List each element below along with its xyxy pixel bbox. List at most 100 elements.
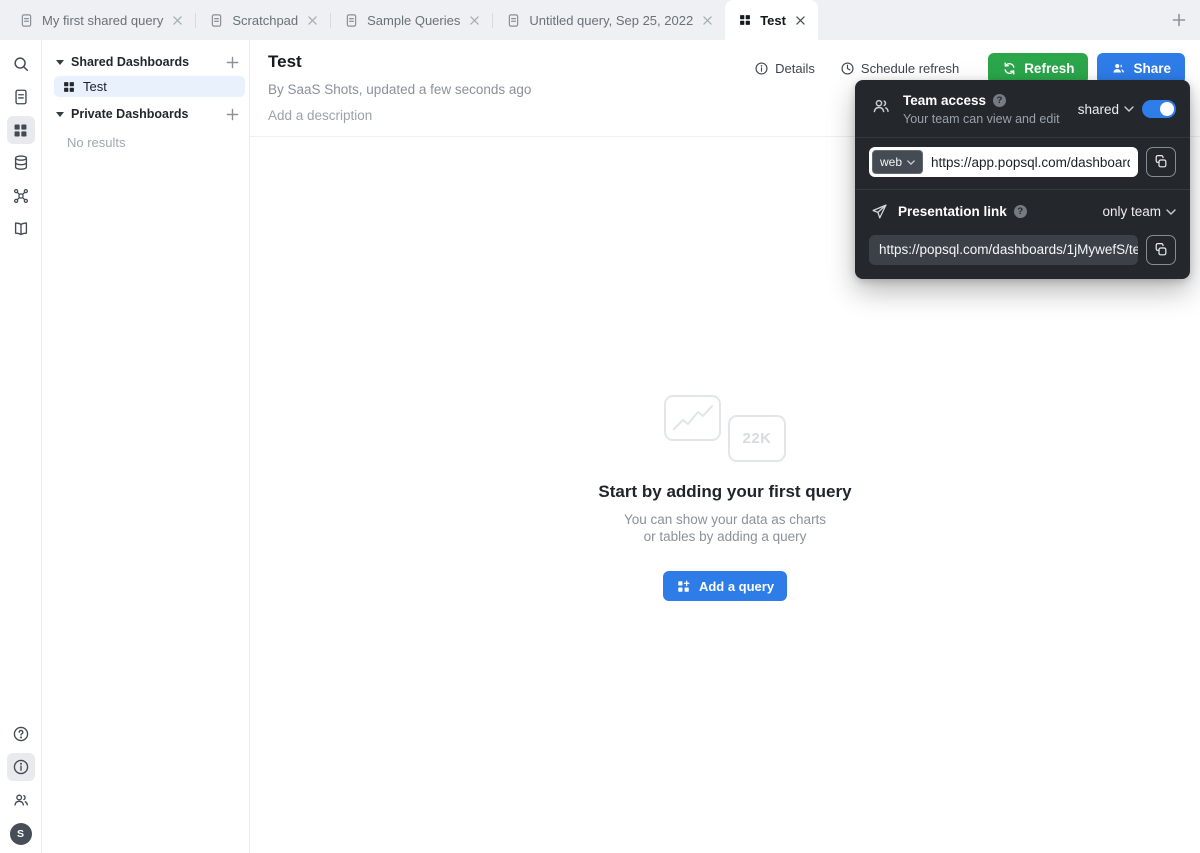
- empty-illustration: 22K: [664, 395, 786, 463]
- shared-dashboards-header[interactable]: Shared Dashboards: [42, 48, 249, 76]
- info-circle-icon: [754, 61, 769, 76]
- line-chart-icon: [672, 405, 713, 430]
- section-label: Private Dashboards: [71, 107, 189, 121]
- tab-bar: My first shared query Scratchpad Sample …: [0, 0, 1200, 40]
- copy-presentation-link-button[interactable]: [1146, 235, 1176, 265]
- sidebar-item-test[interactable]: Test: [54, 76, 245, 97]
- document-icon: [209, 13, 224, 28]
- tab-sample-queries[interactable]: Sample Queries: [331, 0, 492, 40]
- team-access-toggle[interactable]: [1142, 100, 1176, 118]
- presentation-link-row: Presentation link ? only team: [855, 189, 1190, 228]
- share-people-icon: [1111, 61, 1126, 76]
- add-private-dashboard-button[interactable]: [226, 108, 239, 121]
- tab-label: Scratchpad: [232, 12, 299, 28]
- schedule-refresh-label: Schedule refresh: [860, 61, 960, 76]
- visibility-value: only team: [1102, 204, 1161, 219]
- page-title: Test: [268, 52, 302, 71]
- chevron-down-icon: [907, 159, 915, 165]
- integrations-icon[interactable]: [7, 182, 35, 210]
- description-placeholder[interactable]: Add a description: [268, 108, 531, 123]
- add-query-button[interactable]: Add a query: [662, 571, 788, 601]
- search-icon[interactable]: [7, 50, 35, 78]
- refresh-label: Refresh: [1024, 61, 1075, 76]
- connections-icon[interactable]: [7, 149, 35, 177]
- queries-icon[interactable]: [7, 83, 35, 111]
- tab-scratchpad[interactable]: Scratchpad: [196, 0, 330, 40]
- add-query-label: Add a query: [698, 578, 775, 594]
- subtitle-line-1: You can show your data as charts: [623, 512, 827, 527]
- private-dashboards-header[interactable]: Private Dashboards: [42, 100, 249, 128]
- tab-label: Untitled query, Sep 25, 2022: [529, 12, 694, 28]
- help-badge-icon[interactable]: ?: [993, 94, 1007, 107]
- refresh-icon: [1002, 61, 1017, 76]
- team-access-row: Team access ? Your team can view and edi…: [855, 80, 1190, 138]
- close-icon[interactable]: [173, 15, 183, 25]
- sidebar-item-label: Test: [83, 79, 107, 94]
- schedule-refresh-button[interactable]: Schedule refresh: [832, 55, 967, 82]
- tab-my-first-shared-query[interactable]: My first shared query: [6, 0, 195, 40]
- tab-label: Test: [760, 12, 786, 28]
- close-icon[interactable]: [703, 15, 712, 25]
- presentation-link-title: Presentation link: [898, 204, 1007, 219]
- tab-test[interactable]: Test: [725, 0, 818, 40]
- tab-untitled-query[interactable]: Untitled query, Sep 25, 2022: [493, 0, 725, 40]
- copy-web-link-button[interactable]: [1146, 147, 1176, 177]
- chevron-down-icon: [1166, 208, 1176, 215]
- team-access-subtitle: Your team can view and edit: [903, 112, 1060, 126]
- chart-placeholder-card: [664, 395, 721, 441]
- new-tab-button[interactable]: [1172, 13, 1186, 27]
- help-badge-icon[interactable]: ?: [1013, 205, 1027, 218]
- dashboards-icon[interactable]: [6, 116, 35, 144]
- caret-down-icon: [56, 111, 64, 117]
- paper-plane-icon: [871, 203, 888, 220]
- close-icon[interactable]: [308, 15, 317, 25]
- app-window: My first shared query Scratchpad Sample …: [0, 0, 1200, 853]
- empty-state: 22K Start by adding your first query You…: [250, 395, 1200, 601]
- document-icon: [506, 13, 521, 28]
- dashboards-panel: Shared Dashboards Test Private Dashboard…: [42, 40, 250, 853]
- subtitle-line-2: or tables by adding a query: [643, 529, 807, 544]
- document-icon: [19, 13, 34, 28]
- no-results-text: No results: [67, 135, 126, 150]
- metric-placeholder-card: 22K: [728, 415, 786, 462]
- details-button[interactable]: Details: [746, 55, 823, 82]
- help-icon[interactable]: [7, 720, 35, 748]
- close-icon[interactable]: [796, 15, 805, 25]
- dashboard-grid-icon: [62, 80, 76, 94]
- presentation-url-row: https://popsql.com/dashboards/1jMywefS/t…: [855, 228, 1190, 279]
- clock-icon: [840, 61, 855, 76]
- access-level-value: shared: [1077, 101, 1119, 117]
- tab-label: Sample Queries: [367, 12, 461, 28]
- add-shared-dashboard-button[interactable]: [226, 56, 239, 69]
- presentation-visibility-select[interactable]: only team: [1102, 204, 1176, 219]
- toggle-knob: [1160, 102, 1174, 116]
- info-icon[interactable]: [6, 753, 35, 781]
- team-access-text: Team access ? Your team can view and edi…: [903, 93, 1060, 126]
- share-popover: Team access ? Your team can view and edi…: [855, 80, 1190, 279]
- caret-down-icon: [56, 59, 64, 65]
- copy-icon: [1155, 243, 1167, 256]
- team-icon[interactable]: [7, 786, 35, 814]
- avatar[interactable]: S: [9, 823, 32, 845]
- team-access-title: Team access: [903, 93, 987, 108]
- tab-label: My first shared query: [42, 12, 164, 28]
- access-level-select[interactable]: shared: [1078, 102, 1134, 117]
- main-content: Test By SaaS Shots, updated a few second…: [250, 40, 1200, 853]
- section-label: Shared Dashboards: [71, 55, 190, 69]
- document-icon: [344, 13, 359, 28]
- web-link-row: web https://app.popsql.com/dashboards/1j…: [855, 138, 1190, 189]
- docs-icon[interactable]: [7, 215, 35, 243]
- details-label: Details: [775, 61, 815, 76]
- web-link-input[interactable]: web https://app.popsql.com/dashboards/1j…: [869, 147, 1138, 177]
- presentation-link-input[interactable]: https://popsql.com/dashboards/1jMywefS/t…: [869, 235, 1138, 265]
- protocol-value: web: [880, 155, 903, 169]
- rail-bottom-group: S: [6, 720, 35, 845]
- protocol-select[interactable]: web: [872, 150, 924, 174]
- empty-state-subtitle: You can show your data as charts or tabl…: [250, 511, 1200, 545]
- icon-rail: S: [0, 40, 42, 853]
- grid-plus-icon: [676, 579, 691, 594]
- dashboard-grid-icon: [738, 13, 752, 27]
- web-link-url: https://app.popsql.com/dashboards/1jM: [931, 154, 1130, 170]
- copy-icon: [1155, 155, 1167, 168]
- close-icon[interactable]: [470, 15, 480, 25]
